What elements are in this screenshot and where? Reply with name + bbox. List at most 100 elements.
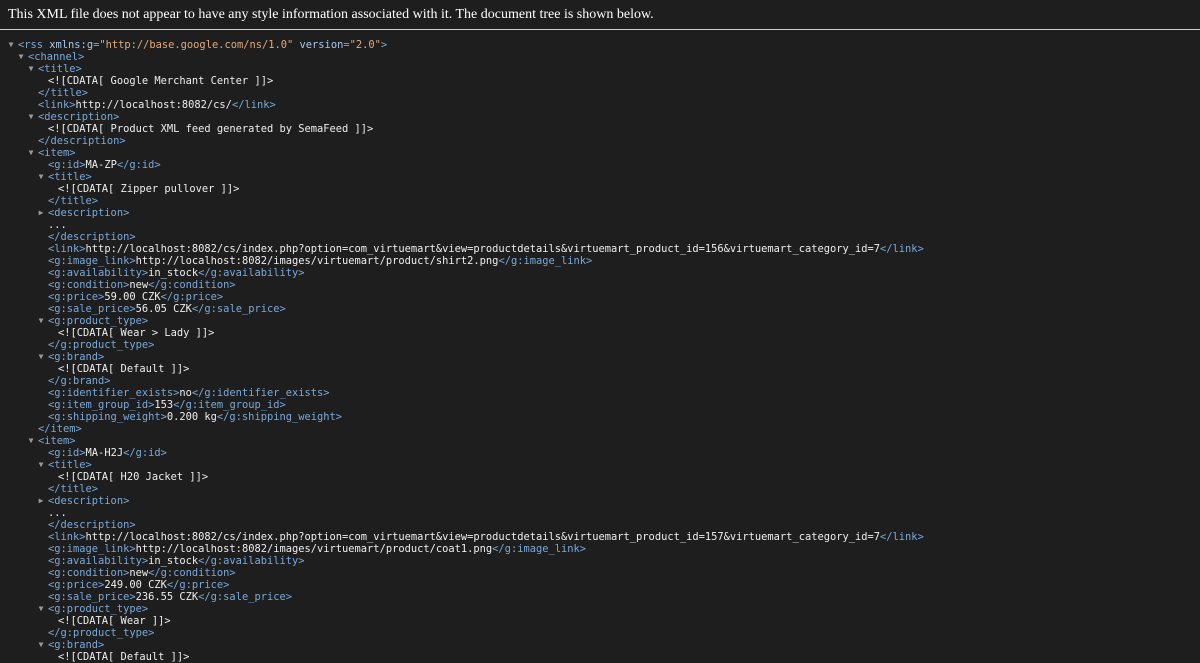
expand-arrow-icon[interactable]: ▼ xyxy=(26,147,36,159)
xml-tag: <rss xyxy=(18,39,50,51)
expand-arrow-icon[interactable]: ▼ xyxy=(36,351,46,363)
expand-arrow-icon[interactable]: ▼ xyxy=(26,435,36,447)
xml-line-content: <g:image_link>http://localhost:8082/imag… xyxy=(48,543,586,555)
xml-line-content: <g:product_type> xyxy=(48,315,148,327)
xml-line-content: <g:id>MA-ZP</g:id> xyxy=(48,159,161,171)
xml-tag: <link> xyxy=(48,531,86,543)
xml-tag: </g:id> xyxy=(116,159,161,171)
xml-line-content: <g:brand> xyxy=(48,351,104,363)
xml-line-content: <g:identifier_exists>no</g:identifier_ex… xyxy=(48,387,330,399)
collapse-arrow-icon[interactable]: ▶ xyxy=(36,207,46,219)
xml-tag: <g:identifier_exists> xyxy=(48,387,180,399)
xml-tree-line: <![CDATA[ H20 Jacket ]]> xyxy=(0,471,1200,483)
xml-tag: <g:image_link> xyxy=(48,543,136,555)
xml-tag: </link> xyxy=(231,99,276,111)
xml-text: ... xyxy=(48,219,67,231)
xml-line-content: <g:condition>new</g:condition> xyxy=(48,567,236,579)
xml-line-content: <rss xmlns:g="http://base.google.com/ns/… xyxy=(18,39,387,51)
xml-tag: </description> xyxy=(38,135,126,147)
collapse-arrow-icon[interactable]: ▶ xyxy=(36,495,46,507)
expand-arrow-icon[interactable]: ▼ xyxy=(36,315,46,327)
expand-arrow-icon[interactable]: ▼ xyxy=(36,603,46,615)
xml-tree-line: </title> xyxy=(0,195,1200,207)
expand-arrow-icon[interactable]: ▼ xyxy=(6,39,16,51)
xml-tag: </title> xyxy=(48,483,99,495)
xml-tag: <g:sale_price> xyxy=(48,303,136,315)
xml-tree-line: </description> xyxy=(0,231,1200,243)
xml-text: 236.55 CZK xyxy=(135,591,199,603)
xml-tag: <g:product_type> xyxy=(48,315,149,327)
expand-arrow-icon[interactable]: ▼ xyxy=(36,459,46,471)
xml-tag: </g:availability> xyxy=(198,267,305,279)
xml-line-content: <![CDATA[ Zipper pullover ]]> xyxy=(58,183,239,195)
xml-style-notice: This XML file does not appear to have an… xyxy=(0,0,1200,30)
xml-tag: </g:item_group_id> xyxy=(173,399,286,411)
xml-text: MA-H2J xyxy=(85,447,124,459)
xml-tree-line: ▼ <g:product_type> xyxy=(0,315,1200,327)
xml-line-content: <g:sale_price>236.55 CZK</g:sale_price> xyxy=(48,591,292,603)
xml-attribute-value: "2.0" xyxy=(349,39,381,51)
xml-tag: <g:condition> xyxy=(48,279,130,291)
xml-line-content: <item> xyxy=(38,147,76,159)
xml-tag: </link> xyxy=(880,243,924,255)
xml-tree-line: <g:item_group_id>153</g:item_group_id> xyxy=(0,399,1200,411)
xml-tag: </g:sale_price> xyxy=(191,303,286,315)
xml-tree-line: <![CDATA[ Default ]]> xyxy=(0,651,1200,663)
expand-arrow-icon[interactable]: ▼ xyxy=(36,171,46,183)
xml-text: in_stock xyxy=(148,267,199,279)
xml-tree-line: <g:id>MA-H2J</g:id> xyxy=(0,447,1200,459)
xml-line-content: <![CDATA[ Default ]]> xyxy=(58,651,189,663)
xml-line-content: <![CDATA[ Default ]]> xyxy=(58,363,189,375)
xml-tree-line: ▼ <channel> xyxy=(0,51,1200,63)
expand-arrow-icon[interactable]: ▼ xyxy=(16,51,26,63)
expand-arrow-icon[interactable]: ▼ xyxy=(26,111,36,123)
xml-tag: <title> xyxy=(48,459,92,471)
xml-tag: </title> xyxy=(38,87,89,99)
xml-tag: <g:brand> xyxy=(48,351,105,363)
expand-arrow-icon[interactable]: ▼ xyxy=(26,63,36,75)
xml-tree-line: <g:price>249.00 CZK</g:price> xyxy=(0,579,1200,591)
xml-tree-line: ▼ <g:product_type> xyxy=(0,603,1200,615)
xml-text: 0.200 kg xyxy=(166,411,217,423)
xml-tree-line: </g:brand> xyxy=(0,375,1200,387)
xml-line-content: </title> xyxy=(48,195,98,207)
xml-line-content: <g:price>249.00 CZK</g:price> xyxy=(48,579,229,591)
xml-tag: <title> xyxy=(48,171,92,183)
xml-tag: <g:item_group_id> xyxy=(48,399,155,411)
xml-line-content: </description> xyxy=(48,231,136,243)
xml-line-content: <link>http://localhost:8082/cs/</link> xyxy=(38,99,276,111)
xml-tag: </g:condition> xyxy=(148,567,236,579)
xml-line-content: <g:price>59.00 CZK</g:price> xyxy=(48,291,223,303)
xml-tree-line: </g:product_type> xyxy=(0,627,1200,639)
xml-tag: <channel> xyxy=(28,51,85,63)
xml-tag: <g:id> xyxy=(48,447,86,459)
xml-line-content: </description> xyxy=(38,135,126,147)
xml-line-content: <description> xyxy=(48,495,129,507)
xml-tag: </g:brand> xyxy=(48,375,111,387)
xml-line-content: <g:shipping_weight>0.200 kg</g:shipping_… xyxy=(48,411,342,423)
xml-tree-line: <link>http://localhost:8082/cs/index.php… xyxy=(0,531,1200,543)
xml-tree-line: ▶ <description> xyxy=(0,495,1200,507)
xml-tag: </g:sale_price> xyxy=(198,591,292,603)
xml-text: http://localhost:8082/cs/ xyxy=(75,99,232,111)
xml-line-content: </title> xyxy=(48,483,98,495)
xml-line-content: <title> xyxy=(48,171,92,183)
xml-line-content: <title> xyxy=(38,63,82,75)
xml-tree-line: <g:availability>in_stock</g:availability… xyxy=(0,267,1200,279)
xml-attribute-name: xmlns:g xyxy=(49,39,94,51)
xml-tree-line: <g:identifier_exists>no</g:identifier_ex… xyxy=(0,387,1200,399)
xml-tree-line: <![CDATA[ Default ]]> xyxy=(0,363,1200,375)
xml-tag: </description> xyxy=(48,231,136,243)
xml-tag: <description> xyxy=(38,111,120,123)
xml-tag: <g:price> xyxy=(48,291,105,303)
xml-tree-line: <link>http://localhost:8082/cs/index.php… xyxy=(0,243,1200,255)
xml-tree-line: ▼ <item> xyxy=(0,435,1200,447)
xml-tag: <description> xyxy=(48,495,130,507)
xml-tag: </g:price> xyxy=(166,579,230,591)
xml-line-content: <g:condition>new</g:condition> xyxy=(48,279,236,291)
xml-tree-line: <g:shipping_weight>0.200 kg</g:shipping_… xyxy=(0,411,1200,423)
xml-tag: <link> xyxy=(48,243,86,255)
expand-arrow-icon[interactable]: ▼ xyxy=(36,639,46,651)
xml-tag: </g:image_link> xyxy=(498,255,593,267)
xml-tree-line: <g:condition>new</g:condition> xyxy=(0,567,1200,579)
